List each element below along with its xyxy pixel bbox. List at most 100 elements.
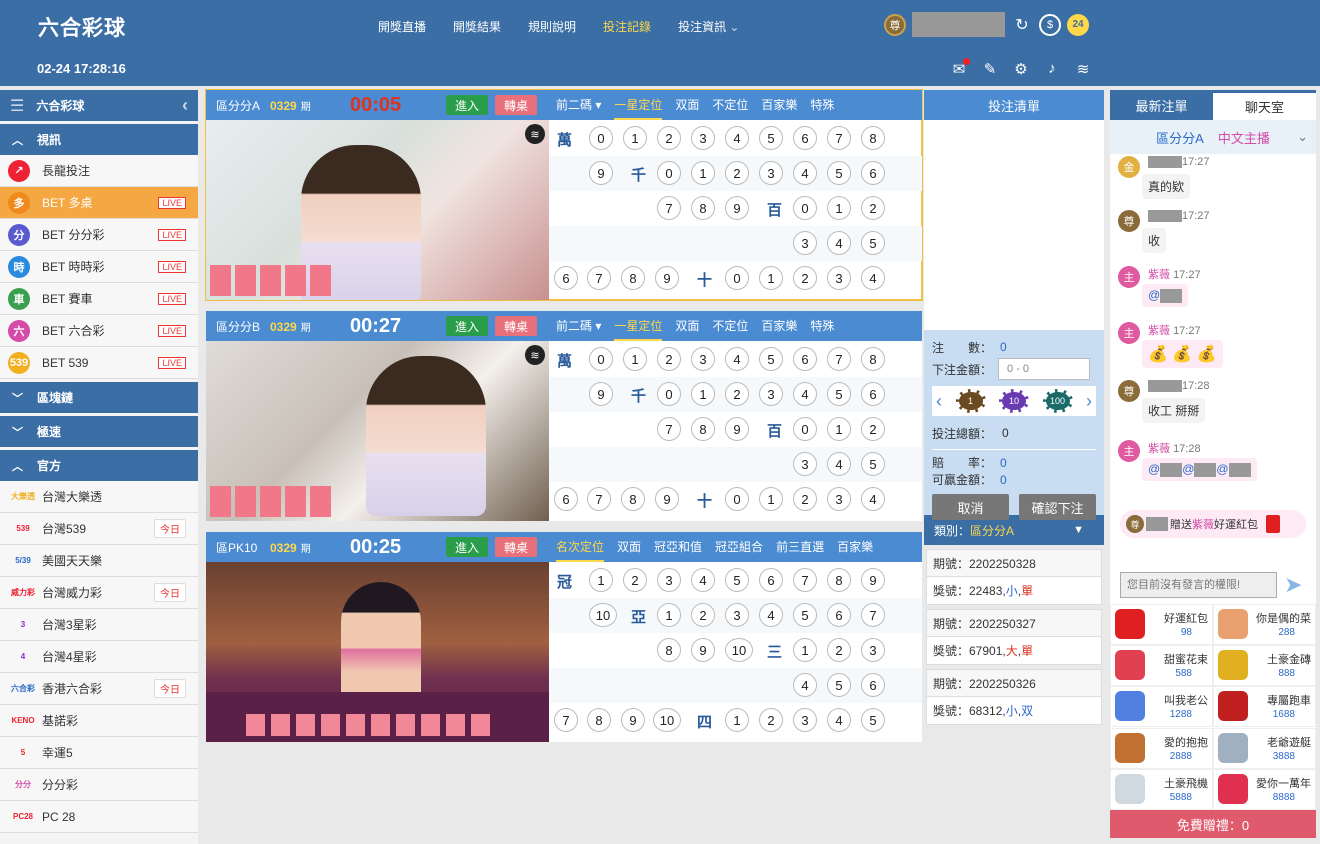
mail-icon[interactable]: ✉: [950, 58, 970, 78]
number-ball[interactable]: 9: [725, 417, 749, 441]
section-blockchain[interactable]: ﹀ 區塊鏈: [0, 382, 198, 413]
section-video[interactable]: ︿ 視訊: [0, 124, 198, 155]
switch-table-button[interactable]: 轉桌: [495, 316, 537, 336]
number-ball[interactable]: 0: [793, 196, 817, 220]
number-ball[interactable]: 10: [589, 603, 617, 627]
sidebar-item-video-4[interactable]: 車 BET 賽車 LIVE: [0, 283, 198, 315]
number-ball[interactable]: 2: [861, 196, 885, 220]
number-ball[interactable]: 3: [861, 638, 885, 662]
number-ball[interactable]: 2: [827, 638, 851, 662]
volume-icon[interactable]: ♪: [1043, 60, 1061, 78]
number-ball[interactable]: 3: [793, 231, 817, 255]
tab-bet-type-1[interactable]: 一星定位: [614, 311, 663, 341]
sidebar-item-video-6[interactable]: 539 BET 539 LIVE: [0, 347, 198, 379]
tab-bet-type-2[interactable]: 双面: [675, 90, 699, 120]
tab-bet-type-5[interactable]: 特殊: [810, 90, 834, 120]
enter-button[interactable]: 進入: [446, 537, 488, 557]
number-ball[interactable]: 9: [691, 638, 715, 662]
tab-bet-type-4[interactable]: 百家樂: [761, 90, 797, 120]
chip-10[interactable]: 10: [999, 389, 1029, 413]
number-ball[interactable]: 8: [861, 347, 885, 371]
bet-amount-input[interactable]: 0 - 0: [998, 358, 1091, 380]
number-ball[interactable]: 9: [589, 382, 613, 406]
number-ball[interactable]: 0: [725, 266, 749, 290]
chat-input[interactable]: 您目前沒有發言的權限!: [1120, 572, 1277, 598]
number-ball[interactable]: 7: [827, 347, 851, 371]
number-ball[interactable]: 9: [655, 266, 679, 290]
gift-item[interactable]: 愛你一萬年 8888: [1213, 768, 1316, 810]
number-ball[interactable]: 4: [793, 382, 817, 406]
sidebar-item-official-9[interactable]: 分分 分分彩: [0, 769, 198, 801]
number-ball[interactable]: 5: [759, 347, 783, 371]
tab-bet-type-5[interactable]: 特殊: [810, 311, 834, 341]
number-ball[interactable]: 7: [657, 417, 681, 441]
number-ball[interactable]: 10: [653, 708, 681, 732]
sidebar-item-official-7[interactable]: KENO 基諾彩: [0, 705, 198, 737]
number-ball[interactable]: 1: [691, 382, 715, 406]
number-ball[interactable]: 4: [793, 161, 817, 185]
number-ball[interactable]: 5: [861, 708, 885, 732]
number-ball[interactable]: 5: [827, 382, 851, 406]
gift-item[interactable]: 甜蜜花束 588: [1110, 645, 1213, 687]
number-ball[interactable]: 2: [793, 266, 817, 290]
number-ball[interactable]: 6: [554, 266, 578, 290]
refresh-icon[interactable]: ↻: [1011, 14, 1033, 36]
number-ball[interactable]: 0: [589, 126, 613, 150]
enter-button[interactable]: 進入: [446, 316, 488, 336]
number-ball[interactable]: 8: [691, 417, 715, 441]
number-ball[interactable]: 7: [827, 126, 851, 150]
number-ball[interactable]: 2: [691, 603, 715, 627]
number-ball[interactable]: 3: [691, 126, 715, 150]
live-video[interactable]: ≋: [206, 341, 549, 521]
number-ball[interactable]: 6: [793, 126, 817, 150]
sidebar-item-official-4[interactable]: 3 台灣3星彩: [0, 609, 198, 641]
number-ball[interactable]: 7: [587, 487, 611, 511]
gift-item[interactable]: 愛的抱抱 2888: [1110, 727, 1213, 769]
support-24-icon[interactable]: 24: [1067, 13, 1089, 36]
sidebar-item-video-0[interactable]: ↗ 長龍投注: [0, 155, 198, 187]
number-ball[interactable]: 1: [623, 126, 647, 150]
nav-bet-records[interactable]: 投注記錄: [603, 18, 651, 35]
number-ball[interactable]: 2: [657, 126, 681, 150]
number-ball[interactable]: 1: [691, 161, 715, 185]
number-ball[interactable]: 4: [725, 126, 749, 150]
number-ball[interactable]: 5: [793, 603, 817, 627]
number-ball[interactable]: 6: [861, 382, 885, 406]
number-ball[interactable]: 9: [861, 568, 885, 592]
number-ball[interactable]: 3: [759, 161, 783, 185]
number-ball[interactable]: 2: [725, 161, 749, 185]
tab-bet-type-1[interactable]: 双面: [617, 532, 641, 562]
chip-100[interactable]: 100: [1042, 389, 1073, 413]
gear-icon[interactable]: ⚙: [1012, 60, 1030, 78]
number-ball[interactable]: 6: [759, 568, 783, 592]
number-ball[interactable]: 8: [691, 196, 715, 220]
number-ball[interactable]: 1: [793, 638, 817, 662]
number-ball[interactable]: 7: [587, 266, 611, 290]
number-ball[interactable]: 3: [691, 347, 715, 371]
number-ball[interactable]: 8: [861, 126, 885, 150]
site-logo[interactable]: 六合彩球: [38, 12, 126, 42]
number-ball[interactable]: 4: [827, 231, 851, 255]
number-ball[interactable]: 1: [725, 708, 749, 732]
sidebar-item-official-6[interactable]: 六合彩 香港六合彩 今日: [0, 673, 198, 705]
number-ball[interactable]: 3: [793, 708, 817, 732]
number-ball[interactable]: 8: [621, 487, 645, 511]
chat-room-selector[interactable]: 區分分A 中文主播 ⌄: [1110, 120, 1316, 154]
number-ball[interactable]: 0: [725, 487, 749, 511]
tab-bet-type-4[interactable]: 百家樂: [761, 311, 797, 341]
number-ball[interactable]: 4: [861, 266, 885, 290]
confirm-bet-button[interactable]: 確認下注: [1019, 494, 1096, 520]
number-ball[interactable]: 1: [827, 196, 851, 220]
gift-item[interactable]: 土豪飛機 5888: [1110, 768, 1213, 810]
number-ball[interactable]: 2: [793, 487, 817, 511]
tab-bet-type-1[interactable]: 一星定位: [614, 90, 663, 120]
send-icon[interactable]: ➤: [1284, 572, 1302, 598]
number-ball[interactable]: 5: [861, 231, 885, 255]
number-ball[interactable]: 8: [657, 638, 681, 662]
number-ball[interactable]: 4: [793, 673, 817, 697]
tab-latest-bets[interactable]: 最新注單: [1110, 90, 1213, 120]
tab-bet-type-0[interactable]: 名次定位: [556, 532, 605, 562]
number-ball[interactable]: 4: [827, 452, 851, 476]
number-ball[interactable]: 9: [621, 708, 645, 732]
number-ball[interactable]: 4: [759, 603, 783, 627]
